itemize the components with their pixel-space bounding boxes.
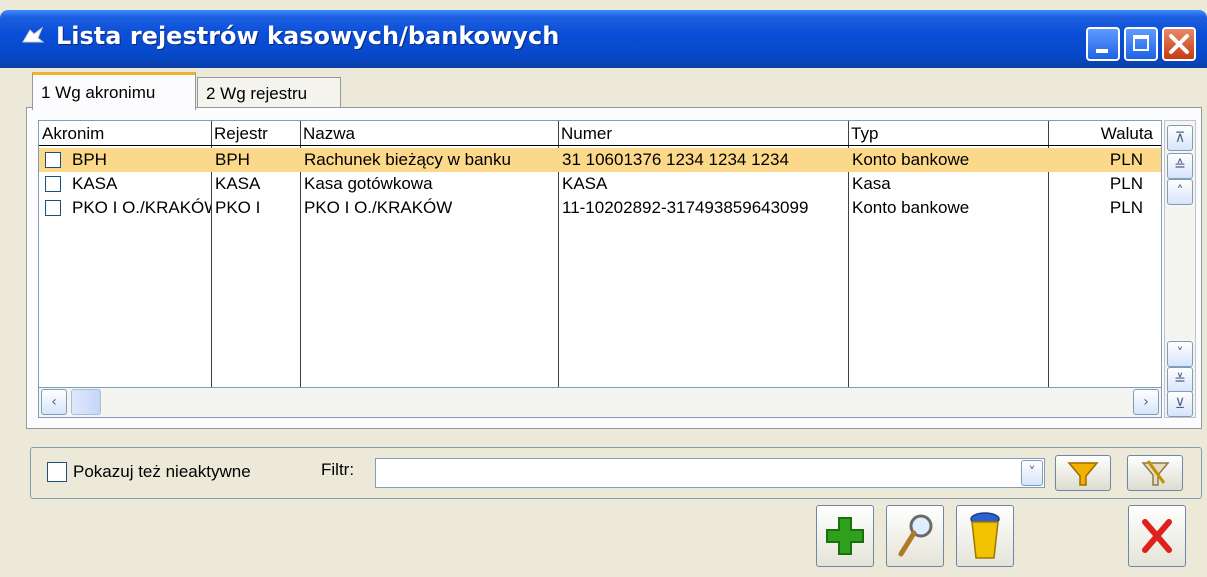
column-header-typ[interactable]: Typ xyxy=(848,121,1048,146)
cell-waluta: PLN xyxy=(1109,150,1143,169)
minimize-icon xyxy=(1096,49,1108,53)
scroll-last-button[interactable]: ⊻ xyxy=(1167,391,1193,417)
clear-filter-button[interactable] xyxy=(1127,455,1183,491)
scroll-thumb[interactable] xyxy=(71,389,101,415)
show-inactive-label[interactable]: Pokazuj też nieaktywne xyxy=(73,462,251,482)
filter-dropdown-button[interactable]: ˅ xyxy=(1021,460,1043,486)
cell-numer: KASA xyxy=(562,174,608,193)
cell-numer: 11-10202892-317493859643099 xyxy=(562,198,809,217)
preview-button[interactable] xyxy=(886,505,944,567)
double-down-bar-icon: ⊻ xyxy=(1174,396,1186,412)
cell-rejestr: PKO I xyxy=(215,198,261,217)
double-up-bar-icon: ⊼ xyxy=(1174,130,1186,146)
filter-panel: Pokazuj też nieaktywne Filtr: ˅ xyxy=(30,447,1202,499)
app-icon xyxy=(22,26,45,43)
title-bar[interactable]: Lista rejestrów kasowych/bankowych xyxy=(0,10,1207,68)
registers-table[interactable]: Akronim Rejestr Nazwa Numer Typ Waluta B… xyxy=(38,120,1162,388)
maximize-button[interactable] xyxy=(1124,27,1158,61)
apply-filter-button[interactable] xyxy=(1055,455,1111,491)
scroll-page-up-button[interactable]: ≙ xyxy=(1167,153,1193,179)
magnifier-icon xyxy=(898,514,933,557)
close-icon xyxy=(1142,519,1172,553)
funnel-icon xyxy=(1067,462,1099,486)
table-row[interactable]: BPH BPH Rachunek bieżący w banku 31 1060… xyxy=(39,148,1161,172)
vertical-scrollbar[interactable]: ⊼ ≙ ˄ ˅ ≚ ⊻ xyxy=(1164,120,1196,418)
window: Lista rejestrów kasowych/bankowych 1 Wg … xyxy=(0,0,1207,577)
tab-label: 2 Wg rejestru xyxy=(206,84,308,103)
chevron-up-icon: ˄ xyxy=(1176,184,1184,200)
window-title: Lista rejestrów kasowych/bankowych xyxy=(56,22,560,50)
cell-typ: Konto bankowe xyxy=(852,198,970,217)
column-header-numer[interactable]: Numer xyxy=(558,121,848,146)
horizontal-scrollbar[interactable]: ‹ › xyxy=(38,388,1162,418)
chevron-down-icon: ˅ xyxy=(1176,346,1184,362)
cell-typ: Konto bankowe xyxy=(852,150,970,169)
show-inactive-checkbox[interactable] xyxy=(47,462,67,482)
chevron-down-icon: ˅ xyxy=(1028,465,1036,481)
close-button[interactable] xyxy=(1128,505,1186,567)
cell-akronim: BPH xyxy=(72,150,107,169)
cell-numer: 31 10601376 1234 1234 1234 xyxy=(562,150,789,169)
filter-label: Filtr: xyxy=(321,460,355,479)
row-checkbox[interactable] xyxy=(45,200,61,216)
close-window-button[interactable] xyxy=(1162,27,1196,61)
double-chevron-down-icon: ≚ xyxy=(1174,372,1186,388)
cell-nazwa: PKO I O./KRAKÓW xyxy=(304,198,453,217)
scroll-up-button[interactable]: ˄ xyxy=(1167,179,1193,205)
tab-wg-akronimu[interactable]: 1 Wg akronimu xyxy=(32,72,196,110)
table-row[interactable]: PKO I O./KRAKÓW PKO I PKO I O./KRAKÓW 11… xyxy=(39,196,1161,220)
funnel-clear-icon xyxy=(1141,460,1170,486)
tab-label: 1 Wg akronimu xyxy=(41,83,156,102)
scroll-left-button[interactable]: ‹ xyxy=(41,389,67,415)
double-chevron-up-icon: ≙ xyxy=(1174,158,1186,174)
cell-nazwa: Kasa gotówkowa xyxy=(304,174,433,193)
scroll-first-button[interactable]: ⊼ xyxy=(1167,125,1193,151)
row-checkbox[interactable] xyxy=(45,152,61,168)
trash-icon xyxy=(970,512,1000,559)
add-icon xyxy=(826,517,864,555)
chevron-right-icon: › xyxy=(1143,394,1149,410)
close-x-icon xyxy=(1169,34,1189,54)
cell-rejestr: BPH xyxy=(215,150,250,169)
scroll-down-button[interactable]: ˅ xyxy=(1167,341,1193,367)
maximize-icon xyxy=(1133,35,1149,51)
scroll-page-down-button[interactable]: ≚ xyxy=(1167,367,1193,393)
row-checkbox[interactable] xyxy=(45,176,61,192)
cell-waluta: PLN xyxy=(1109,198,1143,217)
scroll-right-button[interactable]: › xyxy=(1133,389,1159,415)
tab-wg-rejestru[interactable]: 2 Wg rejestru xyxy=(197,77,341,108)
filter-combobox[interactable]: ˅ xyxy=(375,458,1045,488)
add-button[interactable] xyxy=(816,505,874,567)
table-row[interactable]: KASA KASA Kasa gotówkowa KASA Kasa PLN xyxy=(39,172,1161,196)
column-header-rejestr[interactable]: Rejestr xyxy=(211,121,300,146)
cell-nazwa: Rachunek bieżący w banku xyxy=(304,150,511,169)
minimize-button[interactable] xyxy=(1086,27,1120,61)
cell-akronim: KASA xyxy=(72,174,118,193)
delete-button[interactable] xyxy=(956,505,1014,567)
column-header-waluta[interactable]: Waluta xyxy=(1048,121,1161,146)
column-header-akronim[interactable]: Akronim xyxy=(39,121,211,146)
column-header-nazwa[interactable]: Nazwa xyxy=(300,121,558,146)
cell-waluta: PLN xyxy=(1109,174,1143,193)
chevron-left-icon: ‹ xyxy=(51,394,57,410)
cell-akronim: PKO I O./KRAKÓW xyxy=(72,198,211,217)
cell-typ: Kasa xyxy=(852,174,891,193)
cell-rejestr: KASA xyxy=(215,174,261,193)
